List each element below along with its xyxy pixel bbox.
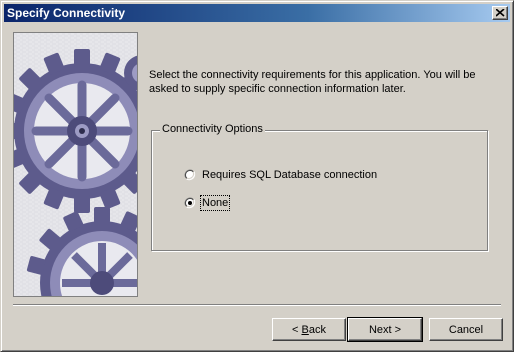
next-button[interactable]: Next >: [347, 317, 423, 342]
group-legend: Connectivity Options: [160, 123, 265, 135]
back-rest: ack: [308, 323, 326, 336]
back-mnemonic: B: [301, 323, 309, 336]
cancel-button[interactable]: Cancel: [429, 318, 503, 341]
radio-label-none[interactable]: None: [199, 195, 231, 211]
title-bar[interactable]: Specify Connectivity: [4, 4, 510, 22]
close-button[interactable]: [492, 6, 508, 20]
radio-label-sql[interactable]: Requires SQL Database connection: [202, 169, 377, 181]
gears-illustration-icon: [14, 33, 137, 296]
window-title: Specify Connectivity: [7, 6, 126, 20]
connectivity-options-group: Connectivity Options: [151, 123, 488, 251]
radio-selected-icon[interactable]: [184, 197, 196, 209]
intro-text: Select the connectivity requirements for…: [149, 69, 476, 95]
back-prefix: <: [292, 323, 302, 336]
button-separator: [13, 304, 501, 306]
close-icon: [496, 9, 505, 17]
radio-unselected-icon[interactable]: [184, 169, 196, 181]
back-button[interactable]: < Back: [272, 318, 346, 341]
radio-none[interactable]: None: [184, 195, 244, 212]
wizard-graphic: [13, 32, 138, 297]
specify-connectivity-dialog: Specify Connectivity Select the connecti…: [0, 0, 514, 352]
radio-sql-database[interactable]: Requires SQL Database connection: [184, 168, 384, 184]
